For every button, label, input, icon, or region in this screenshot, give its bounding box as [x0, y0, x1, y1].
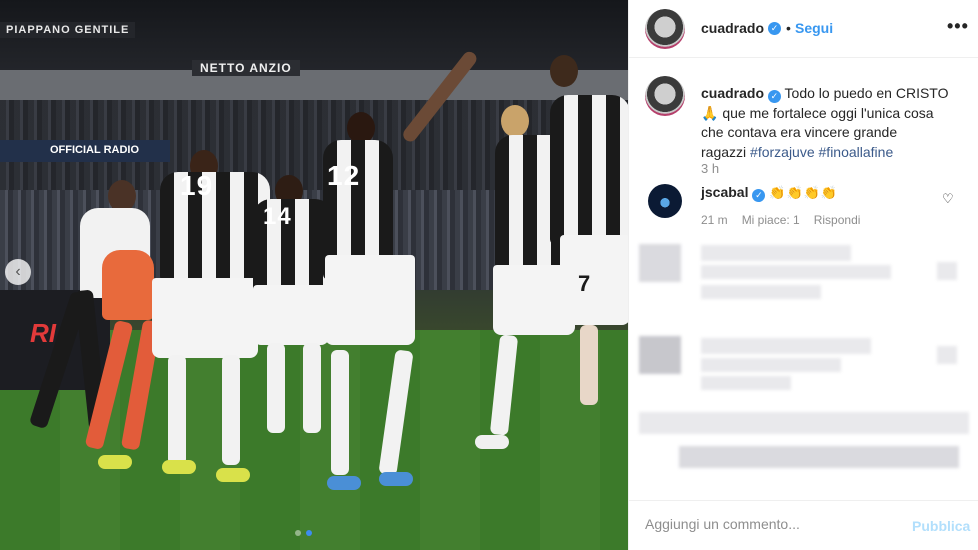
comment-time[interactable]: 21 m	[701, 213, 728, 227]
blurred-text	[701, 358, 841, 372]
player-leg	[489, 334, 519, 436]
player-boot	[98, 455, 132, 469]
player-head	[501, 105, 529, 137]
player-boot	[475, 435, 509, 449]
comment-text: jscabal ✓ 👏👏👏👏	[701, 184, 839, 202]
comment-item: jscabal ✓ 👏👏👏👏 ♡ 21 m Mi piace: 1 Rispon…	[629, 176, 978, 228]
blurred-text	[679, 446, 959, 468]
blurred-text	[701, 265, 891, 279]
hashtag-forzajuve[interactable]: #forzajuve	[750, 144, 815, 160]
post-photo[interactable]: PIAPPANO GENTILE NETTO ANZIO OFFICIAL RA…	[0, 0, 628, 550]
like-comment-heart-icon[interactable]: ♡	[942, 191, 954, 207]
stadium-ring	[0, 70, 628, 100]
player-number: 12	[327, 160, 361, 191]
verified-badge-icon: ✓	[768, 22, 781, 35]
verified-badge-icon: ✓	[752, 189, 766, 202]
player-boot	[327, 476, 361, 490]
commenter-avatar[interactable]	[648, 184, 682, 218]
player-leg	[267, 343, 285, 433]
post-header: cuadrado ✓ • Segui •••	[629, 0, 978, 58]
carousel-dot	[295, 530, 301, 536]
caption-text-4: ragazzi	[701, 143, 751, 160]
player-leg	[331, 350, 349, 475]
ad-board-top-text: OFFICIAL RADIO	[50, 144, 140, 156]
comment-input[interactable]	[645, 516, 885, 532]
previous-photo-button[interactable]: ‹	[5, 259, 31, 285]
player-leg	[580, 325, 598, 405]
player-head	[550, 55, 578, 87]
blurred-text	[701, 285, 821, 299]
player-leg	[378, 349, 414, 476]
blurred-text	[701, 376, 791, 390]
player-number: 14	[263, 203, 292, 230]
post-time[interactable]: 3 h	[701, 161, 719, 176]
post-caption: cuadrado ✓ Todo lo puedo en CRISTO 🙏 que…	[701, 84, 965, 162]
caption-avatar[interactable]	[645, 76, 685, 116]
reply-button[interactable]: Rispondi	[814, 213, 861, 227]
caption-text-3: che contava era vincere grande	[701, 124, 898, 140]
stadium-banner-2: NETTO ANZIO	[192, 60, 300, 76]
stadium-banner: PIAPPANO GENTILE	[0, 22, 136, 38]
separator-dot: •	[786, 20, 791, 36]
carousel-dot-active	[306, 530, 312, 536]
player-number: 7	[578, 271, 592, 296]
blurred-icon	[937, 346, 957, 364]
player-leg	[168, 355, 186, 465]
author-avatar[interactable]	[645, 9, 685, 49]
caption-username[interactable]: cuadrado	[701, 85, 764, 101]
player-number: 19	[180, 170, 214, 201]
blurred-text	[701, 338, 871, 354]
post-side-panel: cuadrado ✓ • Segui ••• cuadrado ✓ Todo l…	[628, 0, 978, 550]
player-12: 12	[315, 30, 485, 500]
add-comment-bar: Pubblica	[629, 500, 978, 550]
player-shorts	[152, 278, 258, 358]
follow-button[interactable]: Segui	[795, 20, 833, 36]
player-arm	[400, 49, 480, 145]
comment-meta: 21 m Mi piace: 1 Rispondi	[701, 213, 860, 227]
player-boot	[162, 460, 196, 474]
player-shorts	[325, 255, 415, 345]
commenter-username[interactable]: jscabal	[701, 184, 748, 200]
blurred-avatar	[639, 336, 681, 374]
player-leg	[222, 355, 240, 465]
publish-button[interactable]: Pubblica	[912, 518, 970, 534]
player-boot	[216, 468, 250, 482]
blurred-avatar	[639, 244, 681, 282]
caption-text-2: que me fortalece oggi l'unica cosa	[718, 104, 934, 121]
carousel-dots	[295, 530, 312, 536]
more-options-icon[interactable]: •••	[947, 16, 969, 37]
praying-hands-icon: 🙏	[701, 104, 719, 121]
clapping-hands-icon: 👏👏👏👏	[769, 185, 839, 200]
verified-badge-icon: ✓	[767, 90, 781, 103]
player-7: 7	[540, 55, 628, 415]
player-shirt	[550, 95, 628, 245]
comment-likes[interactable]: Mi piace: 1	[742, 213, 800, 227]
author-username[interactable]: cuadrado	[701, 20, 764, 36]
player-shorts	[560, 235, 628, 325]
blurred-text	[701, 245, 851, 261]
blurred-text	[639, 412, 969, 434]
blurred-icon	[937, 262, 957, 280]
hashtag-finoallafine[interactable]: #finoallafine	[819, 144, 894, 160]
player-boot	[379, 472, 413, 486]
caption-text-1: Todo lo puedo en CRISTO	[780, 85, 949, 101]
